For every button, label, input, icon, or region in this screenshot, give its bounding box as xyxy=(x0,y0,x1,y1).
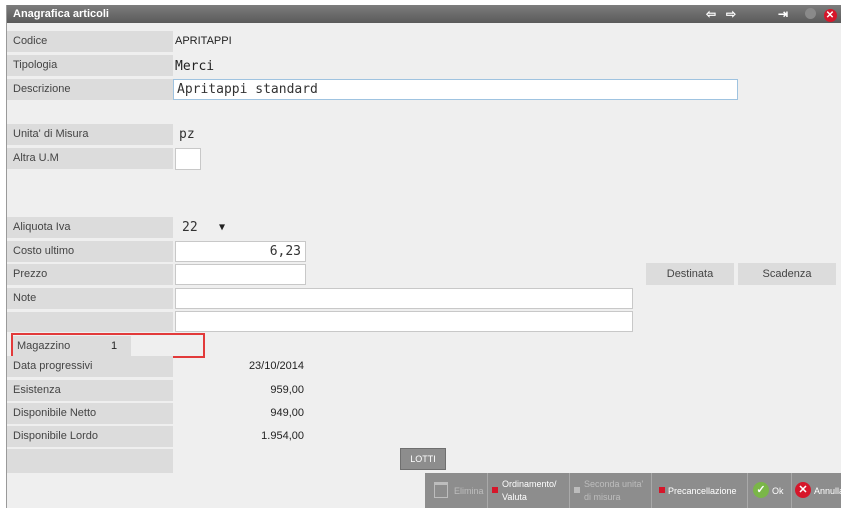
costo-ultimo-label: Costo ultimo xyxy=(7,241,173,262)
toolbar-divider xyxy=(651,473,652,508)
window-titlebar: Anagrafica articoli ⇦ ⇨ ⇥ ✕ xyxy=(7,5,841,23)
data-progressivi-label: Data progressivi xyxy=(7,356,173,377)
bottom-toolbar: Elimina Ordinamento/ Valuta Seconda unit… xyxy=(425,473,841,508)
costo-ultimo-input[interactable]: 6,23 xyxy=(175,241,306,262)
esistenza-value: 959,00 xyxy=(270,384,304,396)
toolbar-divider xyxy=(487,473,488,508)
unita-misura-label: Unita' di Misura xyxy=(7,124,173,145)
note-label-filler xyxy=(7,312,173,332)
disponibile-lordo-value: 1.954,00 xyxy=(261,430,304,442)
window-title: Anagrafica articoli xyxy=(13,8,109,20)
arrow-left-icon[interactable]: ⇦ xyxy=(704,7,718,21)
disponibile-netto-label: Disponibile Netto xyxy=(7,403,173,424)
close-icon[interactable]: ✕ xyxy=(823,7,837,22)
altra-um-label: Altra U.M xyxy=(7,148,173,169)
highlight-box xyxy=(11,333,205,358)
note-input-2[interactable] xyxy=(175,311,633,332)
esistenza-label: Esistenza xyxy=(7,380,173,401)
toolbar-divider xyxy=(569,473,570,508)
red-square-icon xyxy=(659,487,665,493)
grey-square-icon xyxy=(574,487,580,493)
disponibile-netto-value: 949,00 xyxy=(270,407,304,419)
prezzo-input[interactable] xyxy=(175,264,306,285)
toolbar-divider xyxy=(791,473,792,508)
cancel-icon: ✕ xyxy=(795,482,811,498)
note-input[interactable] xyxy=(175,288,633,309)
trash-icon xyxy=(434,482,448,498)
article-registry-window: Anagrafica articoli ⇦ ⇨ ⇥ ✕ Codice APRIT… xyxy=(6,5,841,508)
aliquota-iva-select[interactable]: 22 ▼ xyxy=(175,217,235,238)
label-column-filler xyxy=(7,449,173,473)
pin-icon[interactable]: ⇥ xyxy=(775,7,791,21)
ok-button[interactable]: ✓ Ok xyxy=(749,473,791,508)
disponibile-lordo-label: Disponibile Lordo xyxy=(7,426,173,447)
lotti-button[interactable]: LOTTI xyxy=(400,448,446,470)
codice-label: Codice xyxy=(7,31,173,52)
minimize-circle-icon[interactable] xyxy=(803,7,817,21)
check-icon: ✓ xyxy=(753,482,769,498)
red-square-icon xyxy=(492,487,498,493)
tipologia-value: Merci xyxy=(175,59,215,74)
dropdown-arrow-icon[interactable]: ▼ xyxy=(219,218,225,237)
note-label: Note xyxy=(7,288,173,309)
descrizione-label: Descrizione xyxy=(7,79,173,100)
prezzo-label: Prezzo xyxy=(7,264,173,285)
precancellazione-button[interactable]: Precancellazione xyxy=(653,473,747,508)
aliquota-iva-value: 22 xyxy=(182,220,198,235)
codice-value: APRITAPPI xyxy=(175,35,232,47)
destinata-button[interactable]: Destinata xyxy=(646,263,734,285)
arrow-right-icon[interactable]: ⇨ xyxy=(724,7,738,21)
unita-misura-input[interactable]: pz xyxy=(175,124,201,145)
data-progressivi-value: 23/10/2014 xyxy=(248,360,304,372)
aliquota-iva-label: Aliquota Iva xyxy=(7,217,173,238)
seconda-unita-misura-button[interactable]: Seconda unita' di misura xyxy=(571,473,651,508)
descrizione-input[interactable]: Apritappi standard xyxy=(173,79,738,100)
annulla-button[interactable]: ✕ Annulla xyxy=(793,473,841,508)
toolbar-divider xyxy=(747,473,748,508)
tipologia-label: Tipologia xyxy=(7,55,173,76)
scadenza-button[interactable]: Scadenza xyxy=(738,263,836,285)
altra-um-input[interactable] xyxy=(175,148,201,170)
ordinamento-valuta-button[interactable]: Ordinamento/ Valuta xyxy=(489,473,569,508)
elimina-button[interactable]: Elimina xyxy=(429,473,487,508)
